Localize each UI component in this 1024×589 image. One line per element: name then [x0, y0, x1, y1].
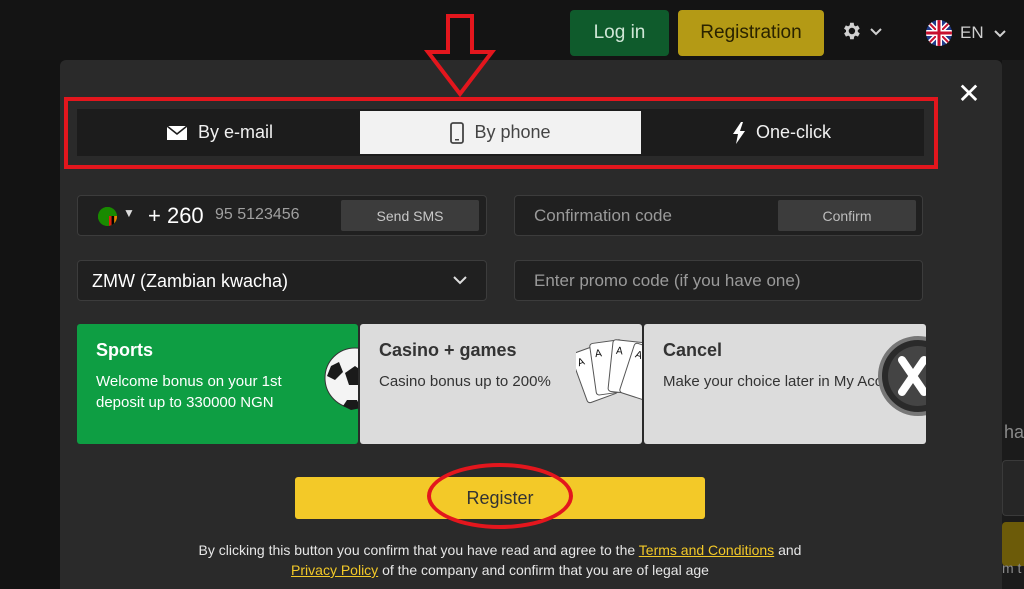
chevron-down-icon[interactable]: ▼	[123, 206, 135, 220]
playing-cards-icon: A A A A	[576, 339, 642, 404]
legal-notice: By clicking this button you confirm that…	[120, 540, 880, 580]
lightning-icon	[732, 121, 745, 144]
close-icon[interactable]: ✕	[955, 80, 983, 108]
background-field	[1002, 460, 1024, 516]
send-sms-button[interactable]: Send SMS	[341, 200, 479, 231]
bonus-card-sports[interactable]: Sports Welcome bonus on your 1st deposit…	[77, 324, 358, 444]
legal-text: of the company and confirm that you are …	[378, 562, 709, 578]
privacy-policy-link[interactable]: Privacy Policy	[291, 562, 378, 578]
promo-code-input[interactable]: Enter promo code (if you have one)	[514, 260, 923, 301]
confirmation-code-input[interactable]: Confirmation code	[534, 206, 672, 226]
bonus-card-cancel[interactable]: Cancel Make your choice later in My Acco…	[644, 324, 926, 444]
currency-value: ZMW (Zambian kwacha)	[92, 271, 289, 291]
card-description: Welcome bonus on your 1st deposit up to …	[96, 373, 282, 411]
confirmation-code-group: Confirmation code Confirm	[514, 195, 923, 236]
tab-label: By e-mail	[197, 122, 273, 142]
phone-input[interactable]: 95 5123456	[215, 206, 300, 224]
settings-menu[interactable]	[840, 20, 884, 42]
terms-link[interactable]: Terms and Conditions	[639, 542, 774, 558]
envelope-icon	[166, 124, 188, 140]
annotation-arrow-icon	[423, 14, 497, 98]
zambia-flag-icon[interactable]	[98, 207, 117, 226]
card-title: Cancel	[663, 340, 723, 360]
tab-one-click[interactable]: One-click	[641, 111, 922, 154]
bonus-card-casino[interactable]: Casino + games Casino bonus up to 200% A…	[360, 324, 642, 444]
login-button[interactable]: Log in	[570, 10, 669, 56]
card-description: Casino bonus up to 200%	[379, 373, 551, 390]
background-page: ha m t	[1002, 60, 1024, 589]
card-title: Casino + games	[379, 340, 517, 360]
gear-icon	[844, 22, 860, 40]
register-button[interactable]: Register	[295, 477, 705, 519]
phone-input-group: ▼ + 260 95 5123456 Send SMS	[77, 195, 487, 236]
tab-label: One-click	[755, 122, 831, 142]
card-title: Sports	[96, 340, 154, 360]
registration-method-tabs: By e-mail By phone One-click	[77, 109, 924, 156]
language-label: EN	[960, 23, 984, 42]
country-code: + 260	[148, 203, 204, 228]
legal-text: and	[774, 542, 802, 558]
registration-button[interactable]: Registration	[678, 10, 824, 56]
language-selector[interactable]: EN	[926, 20, 1008, 46]
promo-code-placeholder: Enter promo code (if you have one)	[534, 271, 801, 290]
background-text: m t	[1002, 560, 1022, 576]
tab-by-phone[interactable]: By phone	[360, 111, 641, 154]
confirm-button[interactable]: Confirm	[778, 200, 916, 231]
phone-icon	[450, 121, 465, 144]
currency-select[interactable]: ZMW (Zambian kwacha)	[77, 260, 487, 301]
legal-text: By clicking this button you confirm that…	[198, 542, 639, 558]
soccer-ball-icon	[324, 347, 358, 410]
tab-label: By phone	[474, 122, 551, 142]
chevron-down-icon	[870, 28, 882, 36]
top-bar: Log in Registration EN	[0, 0, 1024, 60]
tab-by-email[interactable]: By e-mail	[79, 111, 360, 154]
uk-flag-icon	[926, 20, 952, 46]
chevron-down-icon	[993, 30, 1006, 38]
registration-modal: ✕ By e-mail By phone One-click ▼ + 260 9…	[60, 14, 1002, 589]
x-badge-icon	[878, 336, 926, 416]
background-text: ha	[1004, 422, 1024, 442]
chevron-down-icon	[453, 276, 467, 285]
svg-text:A: A	[615, 346, 623, 358]
